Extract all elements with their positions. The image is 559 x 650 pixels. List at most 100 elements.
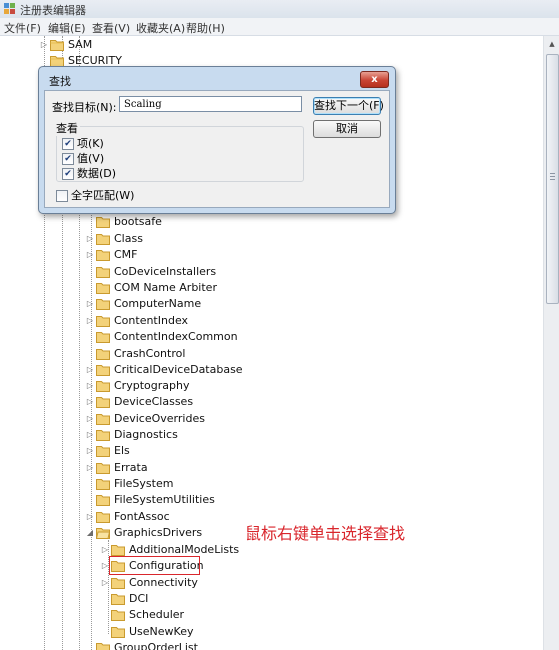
menu-view[interactable]: 查看(V) — [92, 20, 130, 36]
folder-icon — [96, 299, 110, 310]
tree-node-label: FontAssoc — [114, 510, 170, 523]
tree-node-label: Class — [114, 232, 143, 245]
tree-node-label: CoDeviceInstallers — [114, 265, 217, 278]
folder-icon — [96, 316, 110, 327]
tree-node-label: FileSystemUtilities — [114, 493, 215, 506]
folder-icon — [96, 643, 110, 650]
tree-node-label: ComputerName — [114, 297, 202, 310]
tree-node-label: Connectivity — [129, 576, 198, 589]
folder-icon — [96, 446, 110, 457]
find-target-label: 查找目标(N): — [52, 101, 117, 114]
expand-arrow-icon[interactable]: ▷ — [101, 545, 109, 555]
tree-node-label: FileSystem — [114, 477, 174, 490]
checkbox-checked-icon[interactable]: ✔ — [62, 138, 74, 150]
expand-arrow-icon[interactable]: ▷ — [86, 414, 94, 424]
tree-node-label: ContentIndex — [114, 314, 189, 327]
checkbox-unchecked-icon[interactable] — [56, 190, 68, 202]
dialog-body: 查找目标(N): Scaling 查找下一个(F) 取消 查看 ✔ 项(K) ✔… — [44, 90, 390, 208]
title-bar: 注册表编辑器 — [0, 0, 559, 19]
tree-node-label: Els — [114, 444, 130, 457]
expand-arrow-icon[interactable]: ▷ — [86, 299, 94, 309]
expand-arrow-icon[interactable]: ▷ — [86, 463, 94, 473]
tree-node-label: CriticalDeviceDatabase — [114, 363, 243, 376]
grip-icon — [550, 173, 555, 182]
menu-bar: 文件(F) 编辑(E) 查看(V) 收藏夹(A) 帮助(H) — [0, 18, 559, 36]
expand-arrow-icon[interactable]: ▷ — [86, 430, 94, 440]
menu-file[interactable]: 文件(F) — [4, 20, 41, 36]
expand-arrow-icon[interactable]: ▷ — [86, 397, 94, 407]
checkbox-checked-icon[interactable]: ✔ — [62, 153, 74, 165]
find-target-input[interactable]: Scaling — [119, 96, 302, 112]
folder-icon — [96, 397, 110, 408]
folder-icon — [111, 578, 125, 589]
tree-node-label: SAM — [68, 38, 93, 51]
expand-arrow-icon[interactable]: ▷ — [101, 578, 109, 588]
folder-icon — [96, 217, 110, 228]
registry-editor-icon — [4, 3, 15, 14]
annotation-text: 鼠标右键单击选择查找 — [245, 524, 406, 543]
registry-editor-window: 注册表编辑器 文件(F) 编辑(E) 查看(V) 收藏夹(A) 帮助(H) ▷ … — [0, 0, 559, 650]
tree-node-label: GraphicsDrivers — [114, 526, 203, 539]
expand-arrow-icon[interactable]: ▷ — [86, 250, 94, 260]
expand-arrow-icon[interactable]: ▷ — [86, 234, 94, 244]
tree-node-label: CMF — [114, 248, 138, 261]
option-data-label: 数据(D) — [77, 167, 117, 180]
expand-arrow-icon[interactable]: ▷ — [86, 446, 94, 456]
folder-icon — [96, 332, 110, 343]
window-title: 注册表编辑器 — [20, 4, 86, 17]
folder-icon — [96, 430, 110, 441]
vertical-scrollbar[interactable]: ▲ — [543, 36, 559, 650]
menu-favorites[interactable]: 收藏夹(A) — [136, 20, 185, 36]
folder-icon — [96, 283, 110, 294]
collapse-arrow-icon[interactable]: ◢ — [86, 528, 94, 538]
tree-node-label: DeviceClasses — [114, 395, 194, 408]
configuration-highlight — [109, 556, 200, 575]
option-values-label: 值(V) — [77, 152, 105, 165]
scroll-up-icon[interactable]: ▲ — [545, 37, 559, 51]
scrollbar-thumb[interactable] — [546, 54, 559, 304]
folder-icon — [111, 594, 125, 605]
cancel-button[interactable]: 取消 — [313, 120, 381, 138]
tree-node-label: Cryptography — [114, 379, 190, 392]
expand-arrow-icon[interactable]: ▷ — [101, 561, 109, 571]
look-at-label: 查看 — [54, 120, 80, 136]
folder-icon — [96, 495, 110, 506]
folder-icon — [96, 250, 110, 261]
tree-node-label: AdditionalModeLists — [129, 543, 240, 556]
expand-arrow-icon[interactable]: ▷ — [86, 512, 94, 522]
expand-arrow-icon[interactable]: ▷ — [86, 316, 94, 326]
folder-open-icon — [96, 528, 110, 539]
tree-node-label: GroupOrderList — [114, 641, 198, 650]
folder-icon — [96, 381, 110, 392]
folder-icon — [111, 610, 125, 621]
folder-icon — [96, 479, 110, 490]
find-dialog: 查找 x 查找目标(N): Scaling 查找下一个(F) 取消 查看 ✔ 项… — [38, 66, 396, 214]
folder-icon — [96, 463, 110, 474]
folder-icon — [96, 365, 110, 376]
folder-icon — [96, 234, 110, 245]
menu-edit[interactable]: 编辑(E) — [48, 20, 86, 36]
menu-help[interactable]: 帮助(H) — [186, 20, 225, 36]
close-button[interactable]: x — [360, 71, 389, 88]
folder-icon — [96, 414, 110, 425]
folder-icon — [50, 40, 64, 51]
tree-node-label: bootsafe — [114, 215, 162, 228]
whole-match-label: 全字匹配(W) — [71, 189, 135, 202]
tree-node-label: CrashControl — [114, 347, 186, 360]
find-next-button[interactable]: 查找下一个(F) — [313, 97, 384, 115]
folder-icon — [96, 349, 110, 360]
dialog-title: 查找 — [49, 75, 71, 88]
tree-node-label: COM Name Arbiter — [114, 281, 217, 294]
expand-arrow-icon[interactable]: ▷ — [40, 40, 48, 50]
folder-icon — [111, 545, 125, 556]
checkbox-checked-icon[interactable]: ✔ — [62, 168, 74, 180]
expand-arrow-icon[interactable]: ▷ — [86, 381, 94, 391]
tree-node-label: ContentIndexCommon — [114, 330, 238, 343]
expand-arrow-icon[interactable]: ▷ — [86, 365, 94, 375]
folder-icon — [96, 512, 110, 523]
folder-icon — [111, 627, 125, 638]
tree-node-label: Diagnostics — [114, 428, 178, 441]
close-icon: x — [371, 74, 378, 85]
folder-icon — [96, 267, 110, 278]
tree-node-label: Scheduler — [129, 608, 185, 621]
